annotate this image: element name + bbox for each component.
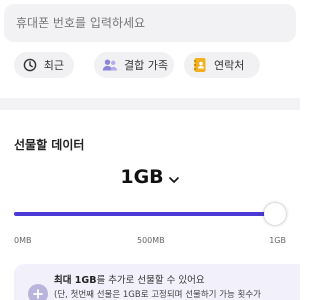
family-chip-label: 결합 가족: [124, 59, 168, 72]
gift-data-title: 선물할 데이터: [14, 138, 85, 152]
quick-select-chips: 최근 결합 가족 연락처: [14, 52, 300, 78]
recent-chip[interactable]: 최근: [14, 52, 74, 78]
info-line-1: 최대 1GB를 추가로 선물할 수 있어요: [54, 272, 205, 286]
slider-thumb[interactable]: [264, 203, 286, 225]
info-line-2: (단, 첫번째 선물은 1GB로 고정되며 선물하기 가능 횟수가: [54, 290, 261, 300]
contacts-chip-label: 연락처: [214, 59, 245, 72]
chevron-down-icon: [168, 171, 180, 183]
slider-fill: [14, 212, 275, 216]
slider-max-label: 1GB: [269, 236, 286, 245]
slider-min-label: 0MB: [14, 236, 32, 245]
gift-info-banner: 최대 1GB를 추가로 선물할 수 있어요 (단, 첫번째 선물은 1GB로 고…: [14, 264, 300, 300]
data-amount-slider[interactable]: [14, 202, 286, 226]
clock-icon: [22, 57, 38, 73]
slider-mid-label: 500MB: [137, 236, 165, 245]
info-line-1-rest: 를 추가로 선물할 수 있어요: [96, 275, 205, 286]
recent-chip-label: 최근: [43, 59, 64, 72]
data-amount-value: 1GB: [120, 166, 164, 188]
contacts-chip[interactable]: 연락처: [184, 52, 260, 78]
data-amount-selector[interactable]: 1GB: [0, 162, 300, 192]
people-icon: [102, 57, 118, 73]
contacts-book-icon: [192, 57, 208, 73]
phone-number-input[interactable]: [4, 4, 296, 42]
plus-icon[interactable]: [28, 284, 48, 300]
info-highlight: 최대 1GB: [54, 275, 97, 286]
family-chip[interactable]: 결합 가족: [94, 52, 174, 78]
section-divider: [0, 98, 300, 110]
